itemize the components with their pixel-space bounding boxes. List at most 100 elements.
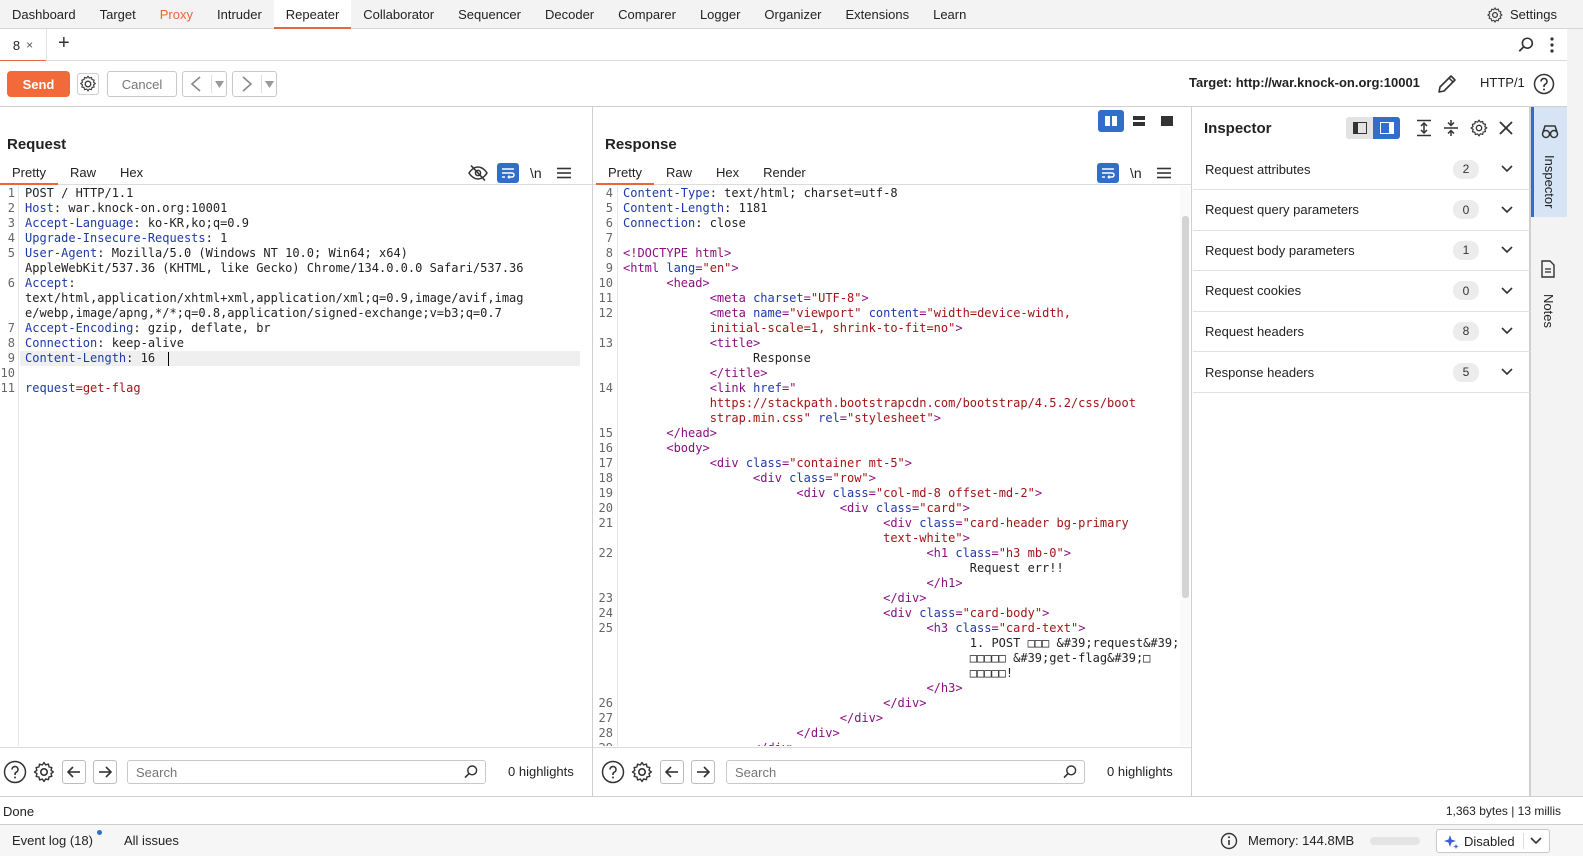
chevron-down-icon[interactable] bbox=[1501, 246, 1513, 254]
help-icon[interactable] bbox=[601, 760, 625, 784]
nav-tab-comparer[interactable]: Comparer bbox=[606, 0, 688, 28]
chevron-down-icon[interactable] bbox=[1501, 327, 1513, 335]
inspector-section-request-attributes[interactable]: Request attributes 2 bbox=[1193, 149, 1530, 190]
word-wrap-button[interactable] bbox=[1097, 163, 1119, 183]
nav-tab-learn[interactable]: Learn bbox=[921, 0, 978, 28]
inspector-section-request-headers[interactable]: Request headers 8 bbox=[1193, 311, 1530, 353]
rail-inspector-tab[interactable]: Inspector bbox=[1531, 107, 1568, 217]
cancel-button[interactable]: Cancel bbox=[107, 71, 177, 97]
rows-icon bbox=[1132, 115, 1146, 127]
nav-tab-sequencer[interactable]: Sequencer bbox=[446, 0, 533, 28]
nav-tab-extensions[interactable]: Extensions bbox=[834, 0, 922, 28]
search-icon[interactable] bbox=[1517, 36, 1535, 54]
hide-nonprintable-icon[interactable] bbox=[468, 164, 488, 182]
code-token: href bbox=[753, 381, 782, 395]
show-newlines-button[interactable]: \n bbox=[530, 165, 542, 181]
close-icon[interactable] bbox=[1498, 120, 1514, 136]
nav-tab-collaborator[interactable]: Collaborator bbox=[351, 0, 446, 28]
nav-tab-logger[interactable]: Logger bbox=[688, 0, 752, 28]
search-settings-icon[interactable] bbox=[630, 760, 654, 784]
inspector-section-request-body-parameters[interactable]: Request body parameters 1 bbox=[1193, 230, 1530, 272]
request-editor-tools: \n bbox=[468, 161, 571, 185]
inspector-section-request-cookies[interactable]: Request cookies 0 bbox=[1193, 271, 1530, 312]
history-forward-button[interactable] bbox=[232, 71, 277, 97]
status-bar: Done 1,363 bytes | 13 millis bbox=[0, 796, 1583, 824]
chevron-down-icon[interactable] bbox=[1501, 206, 1513, 214]
menu-icon[interactable] bbox=[1156, 167, 1171, 179]
nav-tab-intruder[interactable]: Intruder bbox=[205, 0, 274, 28]
response-search-input[interactable] bbox=[735, 765, 1035, 780]
chevron-down-icon[interactable] bbox=[1501, 287, 1513, 295]
search-next-button[interactable] bbox=[691, 760, 715, 784]
inspector-section-request-query-parameters[interactable]: Request query parameters 0 bbox=[1193, 190, 1530, 231]
send-button[interactable]: Send bbox=[7, 71, 70, 97]
chevron-down-icon[interactable] bbox=[1501, 165, 1513, 173]
panel-left-icon[interactable] bbox=[1346, 117, 1373, 139]
request-editor[interactable]: 1 POST / HTTP/1.1 2 Host: war.knock-on.org:… bbox=[0, 186, 592, 746]
request-tab-pretty[interactable]: Pretty bbox=[0, 161, 58, 185]
layout-tabs-button[interactable] bbox=[1154, 110, 1180, 132]
inspector-section-response-headers[interactable]: Response headers 5 bbox=[1193, 352, 1530, 393]
request-search-input[interactable] bbox=[136, 765, 436, 780]
nav-tab-decoder[interactable]: Decoder bbox=[533, 0, 606, 28]
nav-tab-proxy[interactable]: Proxy bbox=[148, 0, 205, 28]
http-version-toggle[interactable]: HTTP/1 bbox=[1480, 75, 1525, 90]
inspector-layout-toggle[interactable] bbox=[1346, 117, 1400, 139]
repeater-tab-8[interactable]: 8 × bbox=[0, 29, 47, 62]
collapse-all-icon[interactable] bbox=[1442, 119, 1460, 137]
edit-target-icon[interactable] bbox=[1436, 73, 1458, 95]
rail-notes-tab[interactable]: Notes bbox=[1541, 294, 1556, 328]
menu-icon[interactable] bbox=[556, 167, 571, 179]
nav-tab-target[interactable]: Target bbox=[88, 0, 148, 28]
send-settings-icon[interactable] bbox=[77, 73, 99, 95]
word-wrap-button[interactable] bbox=[497, 163, 519, 183]
dropdown-arrow-icon[interactable] bbox=[265, 81, 274, 88]
code-token: <meta bbox=[709, 291, 754, 305]
code-line: </head> bbox=[623, 426, 717, 441]
search-settings-icon[interactable] bbox=[32, 760, 56, 784]
code-token: class bbox=[919, 606, 956, 620]
request-tab-raw[interactable]: Raw bbox=[58, 161, 108, 184]
ai-toggle[interactable]: Disabled bbox=[1436, 829, 1550, 853]
help-icon[interactable] bbox=[3, 760, 27, 784]
response-tab-raw[interactable]: Raw bbox=[654, 161, 704, 184]
response-tab-hex[interactable]: Hex bbox=[704, 161, 751, 184]
chevron-down-icon[interactable] bbox=[1530, 837, 1542, 845]
add-tab-button[interactable]: + bbox=[58, 32, 70, 55]
show-newlines-button[interactable]: \n bbox=[1130, 165, 1142, 181]
response-tab-pretty[interactable]: Pretty bbox=[596, 161, 654, 185]
event-log-link[interactable]: Event log (18) bbox=[12, 833, 93, 848]
request-search-footer: 0 highlights bbox=[0, 747, 592, 796]
settings-button[interactable]: Settings bbox=[1486, 0, 1557, 29]
count-badge: 0 bbox=[1453, 200, 1479, 220]
response-tab-render[interactable]: Render bbox=[751, 161, 818, 184]
line-number: 14 bbox=[598, 381, 613, 395]
panel-right-icon[interactable] bbox=[1373, 117, 1400, 139]
editor-scrollbar[interactable] bbox=[1180, 186, 1190, 746]
help-icon[interactable] bbox=[1533, 73, 1555, 95]
layout-stacked-button[interactable] bbox=[1126, 110, 1152, 132]
arrow-left-icon bbox=[67, 766, 81, 778]
close-icon[interactable]: × bbox=[26, 38, 33, 52]
request-tab-hex[interactable]: Hex bbox=[108, 161, 155, 184]
nav-tab-repeater[interactable]: Repeater bbox=[273, 0, 352, 29]
scrollbar-thumb[interactable] bbox=[1182, 216, 1189, 598]
all-issues-link[interactable]: All issues bbox=[124, 833, 179, 848]
search-next-button[interactable] bbox=[93, 760, 117, 784]
nav-tab-dashboard[interactable]: Dashboard bbox=[0, 0, 88, 28]
code-token: > bbox=[962, 501, 970, 515]
notes-icon[interactable] bbox=[1540, 260, 1556, 278]
gear-icon[interactable] bbox=[1469, 118, 1489, 138]
expand-all-icon[interactable] bbox=[1415, 119, 1433, 137]
history-back-button[interactable] bbox=[182, 71, 227, 97]
code-token: Accept-Language bbox=[25, 216, 134, 230]
dropdown-arrow-icon[interactable] bbox=[215, 81, 224, 88]
response-editor[interactable]: 4 Content-Type: text/html; charset=utf-8 5… bbox=[593, 186, 1191, 746]
search-previous-button[interactable] bbox=[62, 760, 86, 784]
more-vertical-icon[interactable] bbox=[1549, 36, 1555, 54]
search-previous-button[interactable] bbox=[660, 760, 684, 784]
nav-tab-organizer[interactable]: Organizer bbox=[752, 0, 833, 28]
chevron-down-icon[interactable] bbox=[1501, 368, 1513, 376]
layout-side-by-side-button[interactable] bbox=[1098, 110, 1124, 132]
